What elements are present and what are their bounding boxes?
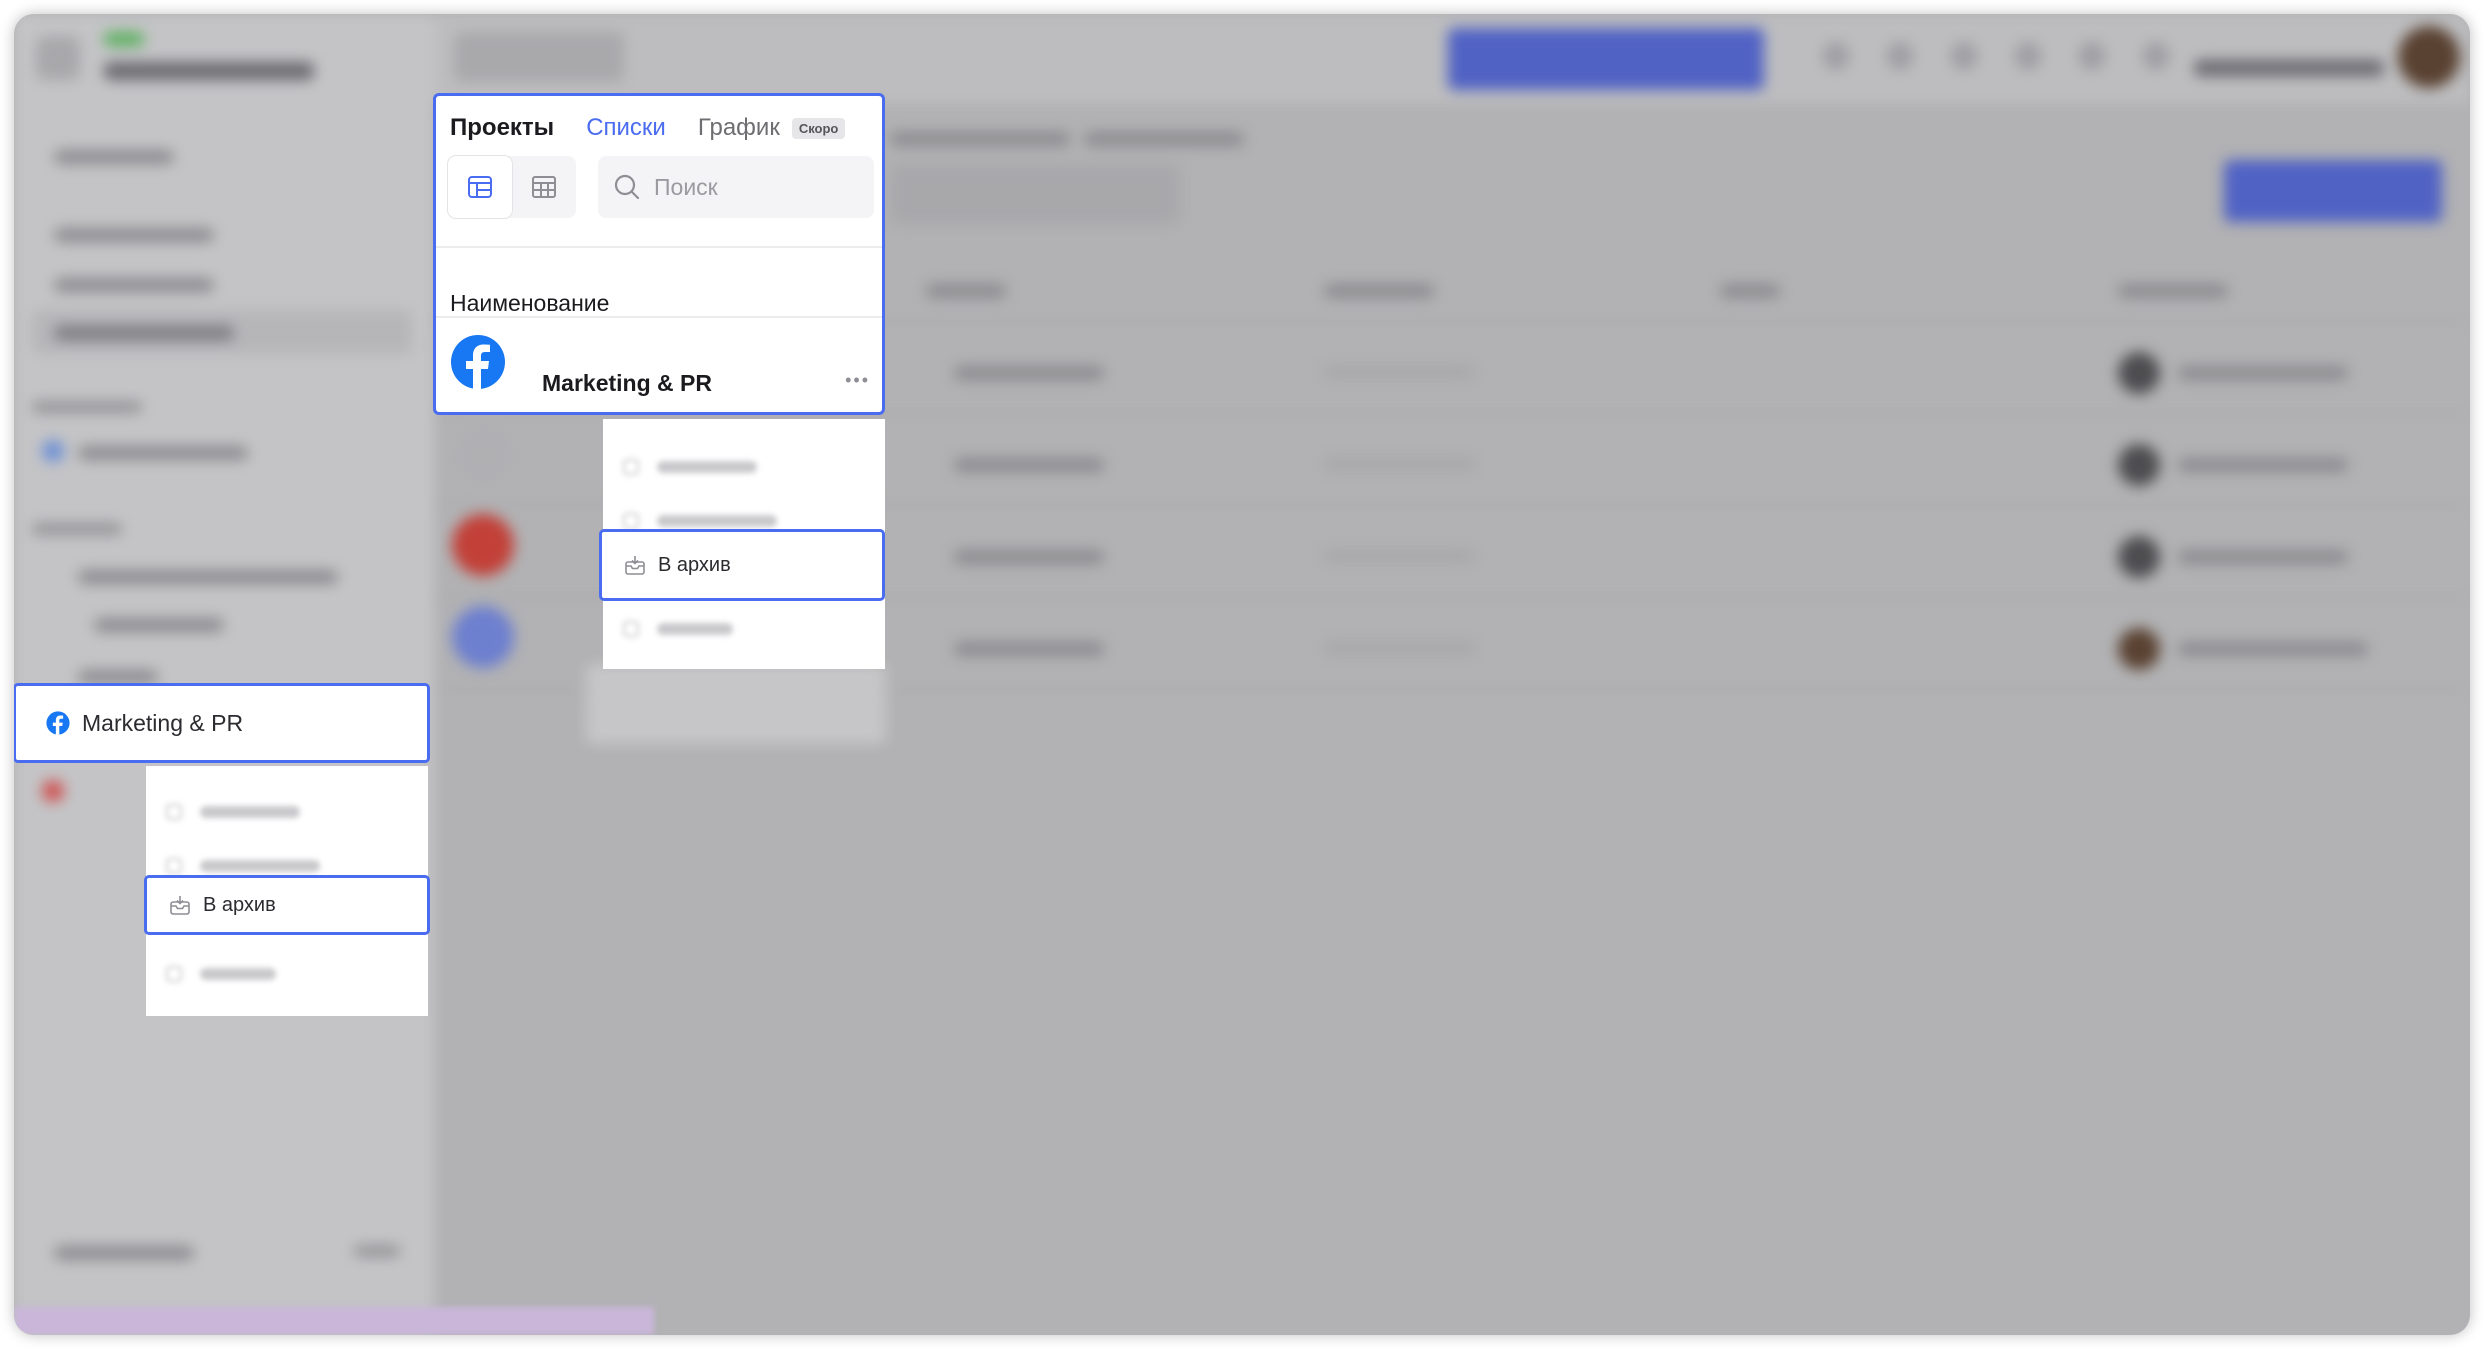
header-icon: [2142, 42, 2170, 70]
owner-email: [2178, 642, 2368, 656]
status-text: [954, 366, 1104, 380]
menu-item-favorite[interactable]: [166, 858, 320, 874]
filter-label: [1084, 132, 1244, 146]
table-view-icon: [532, 176, 556, 198]
sidebar-item: [54, 228, 214, 242]
workspace-name: [104, 62, 314, 80]
row-menu-archive-item[interactable]: В архив: [599, 529, 885, 601]
app-window: Проекты Списки График Скоро Поиск Наимен…: [14, 14, 2470, 1335]
menu-item-settings[interactable]: [623, 459, 757, 475]
filter-label: [890, 132, 1070, 146]
create-project-button: [2224, 160, 2442, 222]
search-placeholder: Поиск: [654, 173, 718, 200]
progress-bar: [1324, 552, 1474, 560]
status-text: [954, 550, 1104, 564]
more-options-icon[interactable]: •••: [845, 370, 870, 391]
sidebar-item: [78, 670, 158, 684]
sidebar-menu-archive-item[interactable]: В архив: [144, 875, 430, 935]
sidebar-section: [32, 402, 142, 412]
sidebar-item: [54, 326, 234, 340]
owner-email: [2178, 366, 2348, 380]
progress-bar: [1324, 368, 1474, 376]
project-name[interactable]: Marketing & PR: [542, 370, 712, 397]
filter-select: [890, 164, 1180, 224]
sidebar-item: [94, 618, 224, 632]
status-text: [954, 458, 1104, 472]
sidebar-item: [54, 1246, 194, 1260]
facebook-icon: [46, 711, 70, 735]
sidebar-item-marketing-pr[interactable]: Marketing & PR: [14, 683, 430, 763]
sidebar-count: [354, 1246, 400, 1256]
menu-item-settings[interactable]: [166, 804, 300, 820]
col-header: [2118, 284, 2228, 298]
progress-bar: [1324, 644, 1474, 652]
col-header: [1324, 284, 1434, 298]
search-input[interactable]: Поиск: [598, 156, 874, 218]
owner-email: [2178, 458, 2348, 472]
row-avatar: [452, 606, 514, 668]
menu-item-delete[interactable]: [166, 966, 276, 982]
tab-lists[interactable]: Списки: [586, 114, 666, 142]
projects-panel: Проекты Списки График Скоро Поиск Наимен…: [433, 93, 885, 415]
search-icon: [614, 174, 640, 200]
header-icon: [2078, 42, 2106, 70]
user-avatar: [2398, 26, 2460, 88]
header-icon: [1886, 42, 1914, 70]
owner-avatar: [2118, 536, 2160, 578]
header-icon: [1822, 42, 1850, 70]
owner-avatar: [2118, 628, 2160, 670]
archive-label: В архив: [658, 553, 731, 576]
archive-label: В архив: [203, 893, 276, 916]
table-view-button[interactable]: [512, 156, 576, 218]
divider: [436, 316, 882, 318]
owner-email: [2178, 550, 2348, 564]
favorite-dot: [42, 440, 64, 462]
column-header-name: Наименование: [450, 290, 610, 316]
background-menu: [586, 664, 886, 744]
tab-projects[interactable]: Проекты: [450, 114, 554, 142]
sidebar-search: [54, 150, 174, 164]
project-dot: [42, 780, 64, 802]
archive-icon: [625, 556, 645, 575]
owner-avatar: [2118, 444, 2160, 486]
sidebar-item: [78, 570, 338, 584]
status-url-bar: [14, 1307, 654, 1335]
header-icon: [2014, 42, 2042, 70]
tab-schedule[interactable]: График: [698, 114, 780, 142]
sidebar-section: [32, 524, 122, 534]
board-view-button[interactable]: [448, 156, 512, 218]
menu-item-favorite[interactable]: [623, 513, 777, 529]
sidebar-item-label: Marketing & PR: [82, 709, 244, 736]
user-name: [2194, 60, 2384, 76]
workspace-plan-badge: [104, 32, 144, 46]
board-view-icon: [468, 176, 492, 198]
panel-tabs: Проекты Списки График Скоро: [450, 114, 846, 142]
owner-avatar: [2118, 352, 2160, 394]
status-text: [954, 642, 1104, 656]
archive-icon: [170, 896, 190, 915]
header-tab: [454, 32, 624, 82]
sidebar-item: [54, 278, 214, 292]
header-icon: [1950, 42, 1978, 70]
row-avatar: [452, 514, 514, 576]
progress-bar: [1324, 460, 1474, 468]
invite-button: [1448, 28, 1764, 90]
sidebar-item: [78, 446, 248, 460]
sidebar-background: [14, 14, 434, 1335]
col-header: [926, 284, 1006, 298]
soon-badge: Скоро: [791, 117, 846, 139]
col-header: [1720, 284, 1780, 298]
menu-item-delete[interactable]: [623, 621, 733, 637]
divider: [436, 246, 882, 248]
blurred-background: [14, 14, 2470, 1335]
facebook-icon: [451, 335, 505, 389]
workspace-avatar: [36, 36, 80, 80]
view-toggle: [448, 156, 576, 218]
row-avatar: [454, 424, 514, 484]
